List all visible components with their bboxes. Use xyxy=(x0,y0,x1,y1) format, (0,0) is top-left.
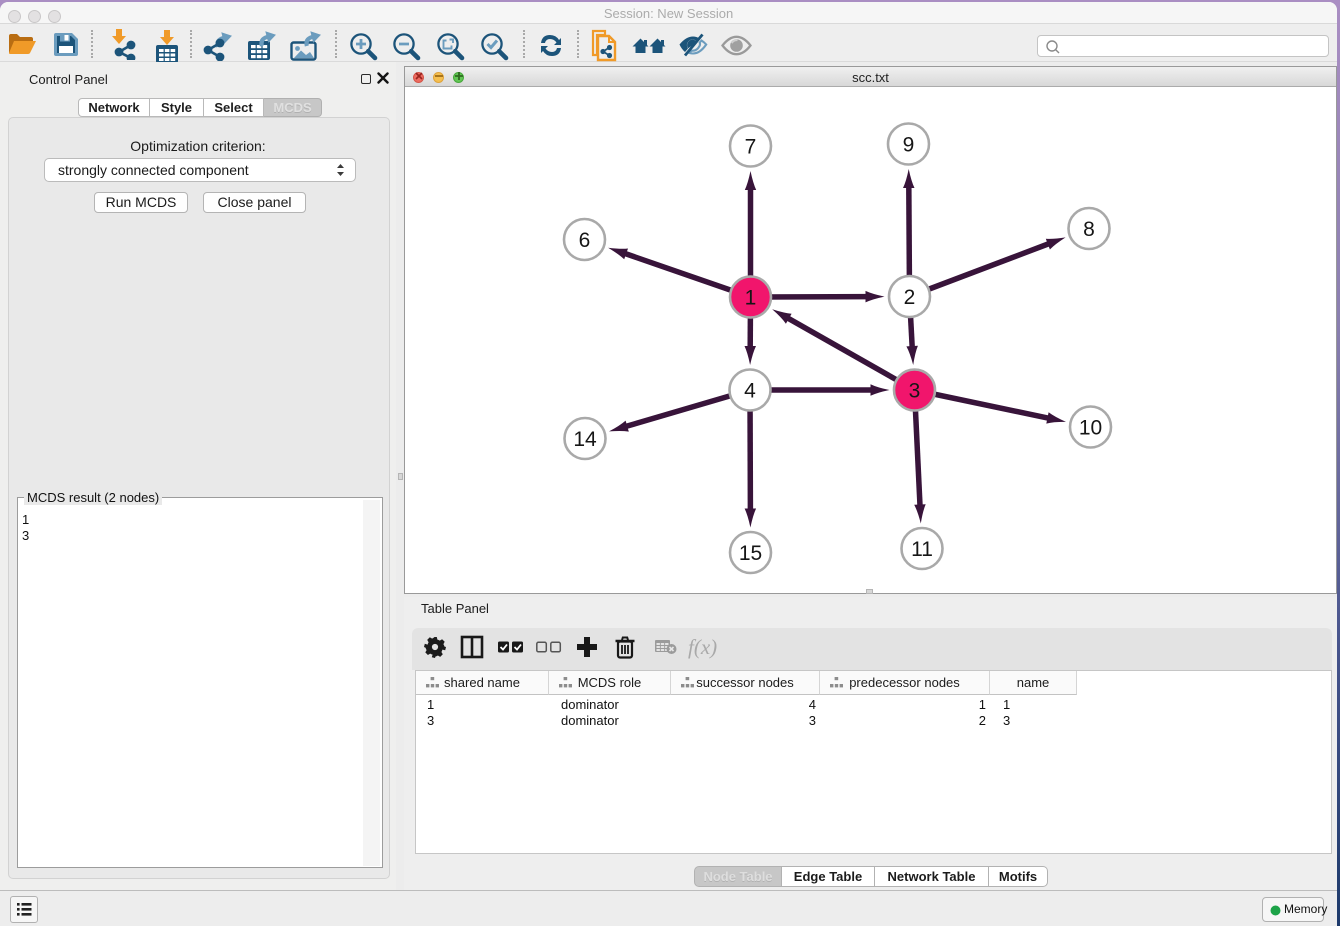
svg-text:11: 11 xyxy=(911,538,933,561)
svg-text:10: 10 xyxy=(1079,417,1102,440)
svg-text:2: 2 xyxy=(904,286,916,309)
svg-text:15: 15 xyxy=(739,542,762,565)
svg-text:8: 8 xyxy=(1083,218,1095,241)
svg-text:14: 14 xyxy=(573,428,597,451)
svg-text:1: 1 xyxy=(745,287,757,310)
svg-text:3: 3 xyxy=(909,380,921,403)
svg-text:6: 6 xyxy=(579,229,591,252)
svg-text:4: 4 xyxy=(744,380,756,403)
svg-text:9: 9 xyxy=(903,134,915,157)
svg-text:7: 7 xyxy=(745,136,757,159)
